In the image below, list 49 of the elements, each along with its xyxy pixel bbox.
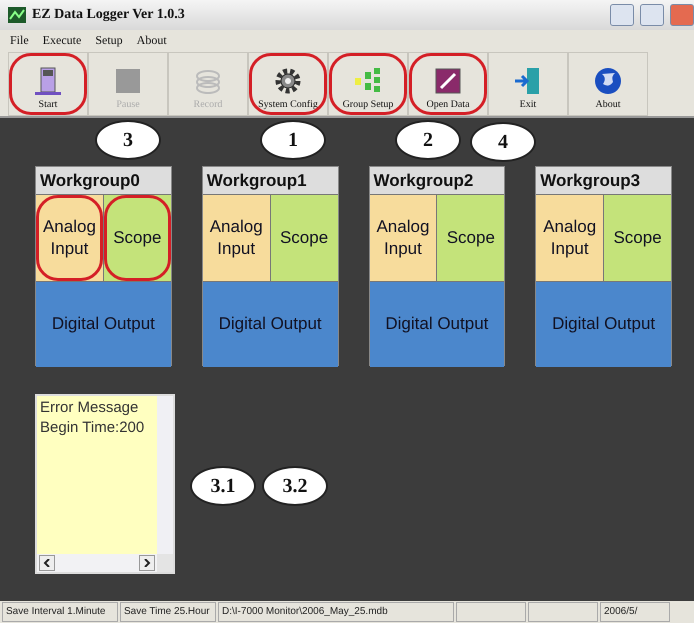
log-text: Error Message Begin Time:200 (39, 398, 146, 438)
toolbar-button[interactable]: Exit (488, 52, 568, 116)
close-button[interactable] (670, 4, 694, 26)
module-tile[interactable]: Analog Input (370, 195, 436, 281)
workgroup-title: Workgroup0 (36, 167, 171, 194)
module-tile[interactable]: Analog Input (36, 195, 103, 281)
toolbar-button[interactable]: About (568, 52, 648, 116)
menu-item[interactable]: File (10, 32, 29, 48)
callout-bubble: 4 (470, 122, 536, 162)
module-tile[interactable]: Scope (604, 195, 671, 281)
toolbar-button[interactable]: Start (8, 52, 88, 116)
horizontal-scrollbar[interactable] (37, 554, 157, 572)
callout-bubble: 3.2 (262, 466, 328, 506)
maximize-button[interactable] (640, 4, 664, 26)
toolbar-button[interactable]: Group Setup (328, 52, 408, 116)
gear-icon (273, 66, 303, 96)
device-icon (33, 66, 63, 96)
square-icon (113, 66, 143, 96)
minimize-button[interactable] (610, 4, 634, 26)
callout-bubble: 3.1 (190, 466, 256, 506)
callout-bubble: 2 (395, 120, 461, 160)
app-icon (8, 7, 26, 23)
module-tile[interactable]: Digital Output (202, 282, 338, 367)
menu-item[interactable]: Setup (95, 32, 123, 48)
status-segment: 2006/5/ (600, 602, 670, 622)
module-tile[interactable]: Digital Output (370, 282, 504, 367)
picture-frame-icon (433, 66, 463, 96)
vertical-scrollbar[interactable] (157, 396, 173, 554)
workgroup-title: Workgroup3 (536, 167, 671, 194)
module-tile[interactable]: Digital Output (536, 282, 671, 367)
module-tile[interactable]: Digital Output (36, 282, 171, 367)
toolbar-button[interactable]: Open Data (408, 52, 488, 116)
status-segment: Save Interval 1.Minute (2, 602, 118, 622)
module-tile[interactable]: Analog Input (536, 195, 604, 281)
menu-item[interactable]: Execute (42, 32, 82, 48)
window-title: EZ Data Logger Ver 1.0.3 (32, 7, 186, 23)
toolbar-button[interactable]: System Config (248, 52, 328, 116)
module-tile[interactable]: Analog Input (202, 195, 270, 281)
status-segment: Save Time 25.Hour (120, 602, 216, 622)
globe-icon (593, 66, 623, 96)
workgroup-title: Workgroup2 (370, 167, 504, 194)
status-segment: D:\I-7000 Monitor\2006_May_25.mdb (218, 602, 454, 622)
module-tile[interactable]: Scope (437, 195, 504, 281)
callout-bubble: 3 (95, 120, 161, 160)
module-tile[interactable]: Scope (104, 195, 171, 281)
callout-bubble: 1 (260, 120, 326, 160)
workgroup-title: Workgroup1 (202, 167, 338, 194)
module-tile[interactable]: Scope (270, 195, 338, 281)
menu-item[interactable]: About (136, 32, 167, 48)
